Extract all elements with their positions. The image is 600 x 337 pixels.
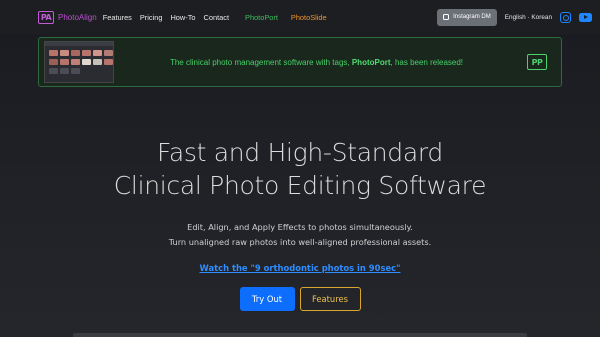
instagram-dm-button[interactable]: Instagram DM bbox=[437, 8, 497, 26]
hero-subtitle: Edit, Align, and Apply Effects to photos… bbox=[168, 222, 432, 247]
app-preview-edge bbox=[73, 333, 527, 337]
video-demo-link[interactable]: Watch the "9 orthodontic photos in 90sec… bbox=[0, 263, 600, 273]
nav-contact[interactable]: Contact bbox=[204, 13, 229, 22]
hero-title: Fast and High-Standard Clinical Photo Ed… bbox=[113, 138, 487, 200]
photoalign-logo-icon: PA bbox=[38, 10, 54, 24]
camera-icon bbox=[443, 14, 450, 20]
photoport-logo-icon: PP bbox=[527, 54, 547, 70]
instagram-icon[interactable] bbox=[560, 11, 571, 23]
try-out-button[interactable]: Try Out bbox=[239, 287, 295, 311]
photoport-banner[interactable]: The clinical photo management software w… bbox=[38, 37, 562, 87]
nav-photoslide[interactable]: PhotoSlide bbox=[291, 13, 327, 22]
nav-photoport[interactable]: PhotoPort bbox=[245, 13, 278, 22]
language-switch[interactable]: English · Korean bbox=[505, 14, 552, 21]
banner-message: The clinical photo management software w… bbox=[169, 57, 464, 67]
nav-how-to[interactable]: How-To bbox=[170, 13, 195, 22]
features-button[interactable]: Features bbox=[299, 287, 361, 311]
youtube-icon[interactable] bbox=[579, 12, 592, 22]
nav-features[interactable]: Features bbox=[103, 13, 132, 22]
nav-pricing[interactable]: Pricing bbox=[140, 13, 163, 22]
banner-photoport-name: PhotoPort bbox=[351, 57, 391, 67]
navbar-right: Instagram DM English · Korean bbox=[437, 8, 592, 26]
instagram-dm-label: Instagram DM bbox=[453, 14, 491, 20]
navbar: PA PhotoAlign Features Pricing How-To Co… bbox=[0, 0, 600, 34]
photoport-screenshot-thumbnail bbox=[44, 41, 114, 83]
hero-buttons: Try Out Features bbox=[0, 287, 600, 311]
brand-name: PhotoAlign bbox=[58, 12, 97, 22]
brand-link[interactable]: PA PhotoAlign bbox=[38, 10, 97, 24]
